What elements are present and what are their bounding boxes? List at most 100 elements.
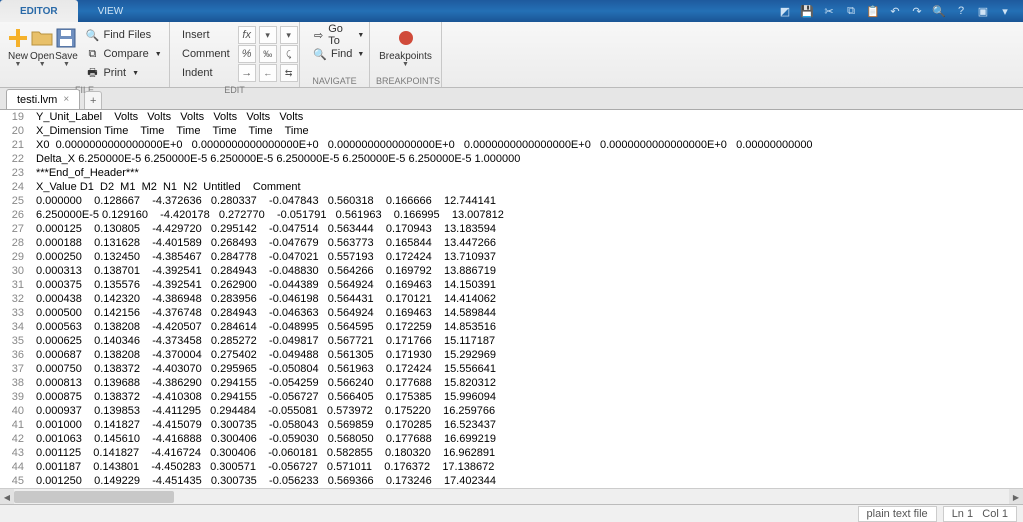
cursor-position-box: Ln 1 Col 1 — [943, 506, 1017, 522]
percent-icon: % — [242, 48, 252, 60]
code-line[interactable]: 280.000188 0.131628 -4.401589 0.268493 -… — [0, 236, 1023, 250]
compare-button[interactable]: ⧉Compare▼ — [80, 45, 165, 63]
file-type-box[interactable]: plain text file — [858, 506, 937, 522]
code-line[interactable]: 390.000875 0.138372 -4.410308 0.294155 -… — [0, 390, 1023, 404]
line-number: 19 — [0, 110, 30, 124]
scroll-thumb[interactable] — [14, 491, 174, 503]
goto-label: Go To — [328, 23, 352, 47]
line-text: 0.000000 0.128667 -4.372636 0.280337 -0.… — [30, 194, 496, 208]
line-text: Y_Unit_Label Volts Volts Volts Volts Vol… — [30, 110, 303, 124]
indent-icon: → — [241, 67, 252, 79]
scroll-right-button[interactable]: ▶ — [1009, 489, 1023, 504]
code-line[interactable]: 360.000687 0.138208 -4.370004 0.275402 -… — [0, 348, 1023, 362]
comment-remove-button[interactable]: ‰ — [259, 45, 277, 63]
tab-editor[interactable]: EDITOR — [0, 0, 78, 22]
disk-icon — [54, 26, 78, 50]
code-line[interactable]: 450.001250 0.149229 -4.451435 0.300735 -… — [0, 474, 1023, 488]
search-icon: 🔍 — [312, 46, 328, 62]
dropdown-title-icon[interactable]: ▾ — [997, 3, 1013, 19]
indent-button[interactable]: Indent — [178, 64, 234, 82]
shortcut-icon[interactable]: ◩ — [777, 3, 793, 19]
code-line[interactable]: 320.000438 0.142320 -4.386948 0.283956 -… — [0, 292, 1023, 306]
line-number: 30 — [0, 264, 30, 278]
indent-left-button[interactable]: ← — [259, 64, 277, 82]
line-text: 0.000875 0.138372 -4.410308 0.294155 -0.… — [30, 390, 496, 404]
goto-button[interactable]: ⇨Go To▼ — [308, 26, 368, 44]
line-number: 36 — [0, 348, 30, 362]
save-quick-icon[interactable]: 💾 — [799, 3, 815, 19]
col-label: Col — [982, 508, 999, 520]
scroll-left-button[interactable]: ◀ — [0, 489, 14, 504]
file-tab[interactable]: testi.lvm × — [6, 89, 80, 109]
line-text: 0.000500 0.142156 -4.376748 0.284943 -0.… — [30, 306, 496, 320]
line-text: 0.000438 0.142320 -4.386948 0.283956 -0.… — [30, 292, 496, 306]
code-line[interactable]: 330.000500 0.142156 -4.376748 0.284943 -… — [0, 306, 1023, 320]
redo-icon[interactable]: ↷ — [909, 3, 925, 19]
code-line[interactable]: 19Y_Unit_Label Volts Volts Volts Volts V… — [0, 110, 1023, 124]
code-line[interactable]: 22Delta_X 6.250000E-5 6.250000E-5 6.2500… — [0, 152, 1023, 166]
undo-icon[interactable]: ↶ — [887, 3, 903, 19]
code-line[interactable]: 410.001000 0.141827 -4.415079 0.300735 -… — [0, 418, 1023, 432]
find-files-button[interactable]: 🔍Find Files — [80, 26, 165, 44]
editor-area[interactable]: 19Y_Unit_Label Volts Volts Volts Volts V… — [0, 110, 1023, 504]
paste-icon[interactable]: 📋 — [865, 3, 881, 19]
code-line[interactable]: 250.000000 0.128667 -4.372636 0.280337 -… — [0, 194, 1023, 208]
line-text: 0.001000 0.141827 -4.415079 0.300735 -0.… — [30, 418, 496, 432]
help-icon[interactable]: ? — [953, 3, 969, 19]
copy-icon[interactable]: ⧉ — [843, 3, 859, 19]
new-tab-button[interactable]: + — [84, 91, 102, 109]
comment-wrap-button[interactable]: ⤹ — [280, 45, 298, 63]
line-text: ***End_of_Header*** — [30, 166, 139, 180]
save-button[interactable]: Save ▼ — [54, 24, 78, 70]
ln-label: Ln — [952, 508, 964, 520]
code-line[interactable]: 350.000625 0.140346 -4.373458 0.285272 -… — [0, 334, 1023, 348]
code-line[interactable]: 270.000125 0.130805 -4.429720 0.295142 -… — [0, 222, 1023, 236]
code-line[interactable]: 440.001187 0.143801 -4.450283 0.300571 -… — [0, 460, 1023, 474]
code-line[interactable]: 24X_Value D1 D2 M1 M2 N1 N2 Untitled Com… — [0, 180, 1023, 194]
line-number: 31 — [0, 278, 30, 292]
col-value: 1 — [1002, 508, 1008, 520]
code-line[interactable]: 290.000250 0.132450 -4.385467 0.284778 -… — [0, 250, 1023, 264]
code-line[interactable]: 23***End_of_Header*** — [0, 166, 1023, 180]
breakpoints-button[interactable]: Breakpoints ▼ — [376, 24, 435, 70]
print-button[interactable]: 🖶Print▼ — [80, 64, 165, 82]
open-button[interactable]: Open ▼ — [30, 24, 54, 70]
code-line[interactable]: 20X_Dimension Time Time Time Time Time T… — [0, 124, 1023, 138]
line-number: 25 — [0, 194, 30, 208]
code-line[interactable]: 340.000563 0.138208 -4.420507 0.284614 -… — [0, 320, 1023, 334]
line-number: 21 — [0, 138, 30, 152]
indent-auto-button[interactable]: ⇆ — [280, 64, 298, 82]
comment-button[interactable]: Comment — [178, 45, 234, 63]
search-title-icon[interactable]: 🔍 — [931, 3, 947, 19]
code-line[interactable]: 266.250000E-5 0.129160 -4.420178 0.27277… — [0, 208, 1023, 222]
insert-button[interactable]: Insert — [178, 26, 234, 44]
comment-add-button[interactable]: % — [238, 45, 256, 63]
print-label: Print — [103, 67, 126, 79]
tab-view[interactable]: VIEW — [78, 0, 144, 22]
code-line[interactable]: 21X0 0.0000000000000000E+0 0.00000000000… — [0, 138, 1023, 152]
code-line[interactable]: 430.001125 0.141827 -4.416724 0.300406 -… — [0, 446, 1023, 460]
insert-extra-2[interactable]: ▾ — [280, 26, 298, 44]
code-line[interactable]: 300.000313 0.138701 -4.392541 0.284943 -… — [0, 264, 1023, 278]
minimize-ribbon-icon[interactable]: ▣ — [975, 3, 991, 19]
bp-group-label: BREAKPOINTS — [376, 75, 435, 87]
close-icon[interactable]: × — [63, 94, 69, 105]
code-line[interactable]: 310.000375 0.135576 -4.392541 0.262900 -… — [0, 278, 1023, 292]
indent-right-button[interactable]: → — [238, 64, 256, 82]
cut-icon[interactable]: ✂ — [821, 3, 837, 19]
line-number: 34 — [0, 320, 30, 334]
code-line[interactable]: 400.000937 0.139853 -4.411295 0.294484 -… — [0, 404, 1023, 418]
code-line[interactable]: 380.000813 0.139688 -4.386290 0.294155 -… — [0, 376, 1023, 390]
new-button[interactable]: New ▼ — [6, 24, 30, 70]
comment-label: Comment — [182, 48, 230, 60]
line-text: X_Dimension Time Time Time Time Time Tim… — [30, 124, 309, 138]
find-button[interactable]: 🔍Find▼ — [308, 45, 368, 63]
edit-group-label: EDIT — [176, 84, 293, 96]
insert-extra-1[interactable]: ▾ — [259, 26, 277, 44]
code-line[interactable]: 370.000750 0.138372 -4.403070 0.295965 -… — [0, 362, 1023, 376]
fx-button[interactable]: fx — [238, 26, 256, 44]
horizontal-scrollbar[interactable]: ◀ ▶ — [0, 488, 1023, 504]
file-tab-label: testi.lvm — [17, 94, 57, 106]
line-number: 37 — [0, 362, 30, 376]
code-line[interactable]: 420.001063 0.145610 -4.416888 0.300406 -… — [0, 432, 1023, 446]
